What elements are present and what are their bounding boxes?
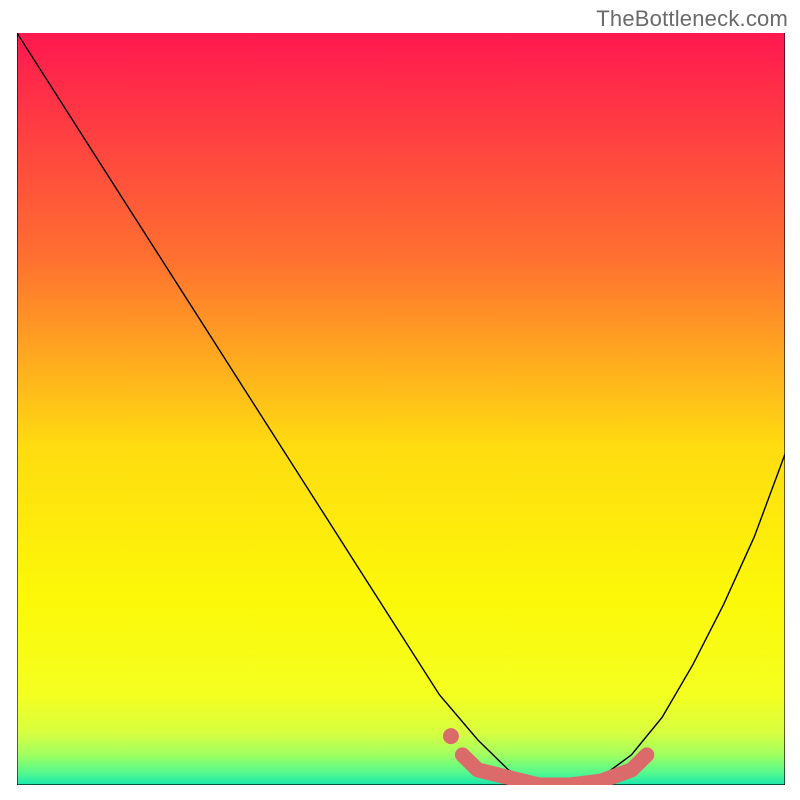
- heatmap-background: [17, 33, 785, 785]
- watermark-label: TheBottleneck.com: [596, 6, 788, 32]
- optimal-dot: [443, 728, 459, 744]
- chart-area: [17, 33, 785, 785]
- bottleneck-chart-svg: [17, 33, 785, 785]
